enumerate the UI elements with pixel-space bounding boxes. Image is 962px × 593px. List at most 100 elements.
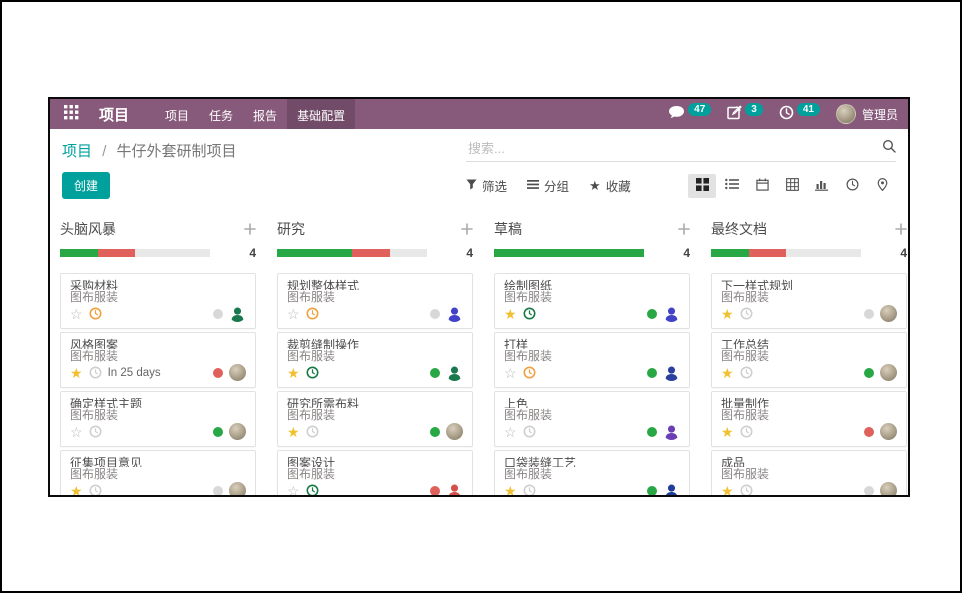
kanban-card[interactable]: 图案设计 图布服装 ☆ — [277, 450, 473, 495]
create-button[interactable]: 创建 — [62, 172, 110, 199]
view-graph-button[interactable] — [808, 174, 836, 198]
search-input[interactable] — [466, 140, 882, 157]
view-activity-button[interactable] — [838, 174, 866, 198]
assignee-avatar[interactable] — [880, 305, 897, 322]
priority-star-icon[interactable]: ★ — [721, 366, 734, 380]
activity-clock-icon[interactable] — [523, 484, 536, 495]
search-icon[interactable] — [882, 139, 896, 158]
kanban-card[interactable]: 打样 图布服装 ☆ — [494, 332, 690, 388]
kanban-card[interactable]: 成品 图布服装 ★ — [711, 450, 907, 495]
activities-button[interactable]: 41 — [779, 105, 820, 123]
priority-star-icon[interactable]: ★ — [721, 484, 734, 496]
assignee-avatar[interactable] — [446, 482, 463, 495]
priority-star-icon[interactable]: ★ — [504, 307, 517, 321]
activity-clock-icon[interactable] — [89, 366, 102, 379]
progress-segment-green[interactable] — [494, 249, 644, 257]
progress-segment-red[interactable] — [749, 249, 787, 257]
assignee-avatar[interactable] — [663, 305, 680, 322]
priority-star-icon[interactable]: ★ — [504, 484, 517, 496]
assignee-avatar[interactable] — [663, 364, 680, 381]
kanban-state-dot[interactable] — [864, 309, 874, 319]
view-pivot-button[interactable] — [778, 174, 806, 198]
kanban-card[interactable]: 口袋装缝工艺 图布服装 ★ — [494, 450, 690, 495]
kanban-card[interactable]: 风格图案 图布服装 ★ In 25 days — [60, 332, 256, 388]
nav-menu-item-0[interactable]: 项目 — [155, 99, 199, 129]
priority-star-icon[interactable]: ★ — [721, 425, 734, 439]
activity-clock-icon[interactable] — [89, 307, 102, 320]
kanban-state-dot[interactable] — [213, 486, 223, 496]
view-list-button[interactable] — [718, 174, 746, 198]
priority-star-icon[interactable]: ☆ — [287, 484, 300, 496]
view-calendar-button[interactable] — [748, 174, 776, 198]
user-menu[interactable]: 管理员 — [836, 104, 898, 124]
view-kanban-button[interactable] — [688, 174, 716, 198]
view-map-button[interactable] — [868, 174, 896, 198]
column-progress-bar[interactable] — [711, 249, 861, 257]
kanban-card[interactable]: 征集项目意见 图布服装 ★ — [60, 450, 256, 495]
nav-menu-item-2[interactable]: 报告 — [243, 99, 287, 129]
kanban-card[interactable]: 采购材料 图布服装 ☆ — [60, 273, 256, 329]
kanban-card[interactable]: 绘制图纸 图布服装 ★ — [494, 273, 690, 329]
kanban-card[interactable]: 规划整体样式 图布服装 ☆ — [277, 273, 473, 329]
priority-star-icon[interactable]: ☆ — [504, 425, 517, 439]
activity-clock-icon[interactable] — [306, 425, 319, 438]
activity-clock-icon[interactable] — [740, 366, 753, 379]
assignee-avatar[interactable] — [663, 423, 680, 440]
activity-clock-icon[interactable] — [89, 484, 102, 495]
progress-segment-red[interactable] — [352, 249, 390, 257]
add-card-plus-icon[interactable] — [461, 223, 473, 235]
kanban-state-dot[interactable] — [430, 368, 440, 378]
activity-clock-icon[interactable] — [523, 307, 536, 320]
activity-clock-icon[interactable] — [740, 425, 753, 438]
priority-star-icon[interactable]: ★ — [721, 307, 734, 321]
messages-button[interactable]: 47 — [668, 105, 711, 123]
kanban-state-dot[interactable] — [647, 368, 657, 378]
priority-star-icon[interactable]: ★ — [287, 425, 300, 439]
assignee-avatar[interactable] — [663, 482, 680, 495]
progress-segment-green[interactable] — [60, 249, 98, 257]
kanban-card[interactable]: 研究所需布料 图布服装 ★ — [277, 391, 473, 447]
priority-star-icon[interactable]: ☆ — [504, 366, 517, 380]
kanban-card[interactable]: 上色 图布服装 ☆ — [494, 391, 690, 447]
priority-star-icon[interactable]: ☆ — [287, 307, 300, 321]
group-by-button[interactable]: 分组 — [527, 176, 569, 195]
activity-clock-icon[interactable] — [306, 307, 319, 320]
activity-clock-icon[interactable] — [740, 307, 753, 320]
assignee-avatar[interactable] — [229, 423, 246, 440]
kanban-card[interactable]: 裁剪缝制操作 图布服装 ★ — [277, 332, 473, 388]
kanban-state-dot[interactable] — [864, 486, 874, 496]
kanban-card[interactable]: 工作总结 图布服装 ★ — [711, 332, 907, 388]
apps-menu-button[interactable] — [60, 103, 83, 125]
assignee-avatar[interactable] — [446, 364, 463, 381]
kanban-state-dot[interactable] — [213, 368, 223, 378]
favorites-button[interactable]: ★ 收藏 — [589, 176, 631, 195]
kanban-card[interactable]: 确定样式主题 图布服装 ☆ — [60, 391, 256, 447]
progress-segment-green[interactable] — [711, 249, 749, 257]
kanban-state-dot[interactable] — [864, 427, 874, 437]
activity-clock-icon[interactable] — [306, 366, 319, 379]
column-progress-bar[interactable] — [277, 249, 427, 257]
kanban-card[interactable]: 下一样式规划 图布服装 ★ — [711, 273, 907, 329]
priority-star-icon[interactable]: ★ — [70, 484, 83, 496]
activity-clock-icon[interactable] — [306, 484, 319, 495]
assignee-avatar[interactable] — [229, 364, 246, 381]
activity-clock-icon[interactable] — [89, 425, 102, 438]
priority-star-icon[interactable]: ★ — [287, 366, 300, 380]
nav-menu-item-1[interactable]: 任务 — [199, 99, 243, 129]
kanban-state-dot[interactable] — [430, 486, 440, 496]
column-progress-bar[interactable] — [60, 249, 210, 257]
priority-star-icon[interactable]: ☆ — [70, 307, 83, 321]
progress-segment-red[interactable] — [98, 249, 136, 257]
priority-star-icon[interactable]: ★ — [70, 366, 83, 380]
assignee-avatar[interactable] — [446, 305, 463, 322]
kanban-state-dot[interactable] — [864, 368, 874, 378]
kanban-state-dot[interactable] — [430, 427, 440, 437]
filter-button[interactable]: 筛选 — [466, 176, 507, 195]
priority-star-icon[interactable]: ☆ — [70, 425, 83, 439]
kanban-card[interactable]: 批量制作 图布服装 ★ — [711, 391, 907, 447]
assignee-avatar[interactable] — [880, 482, 897, 495]
kanban-state-dot[interactable] — [430, 309, 440, 319]
assignee-avatar[interactable] — [229, 482, 246, 495]
column-progress-bar[interactable] — [494, 249, 644, 257]
assignee-avatar[interactable] — [880, 423, 897, 440]
